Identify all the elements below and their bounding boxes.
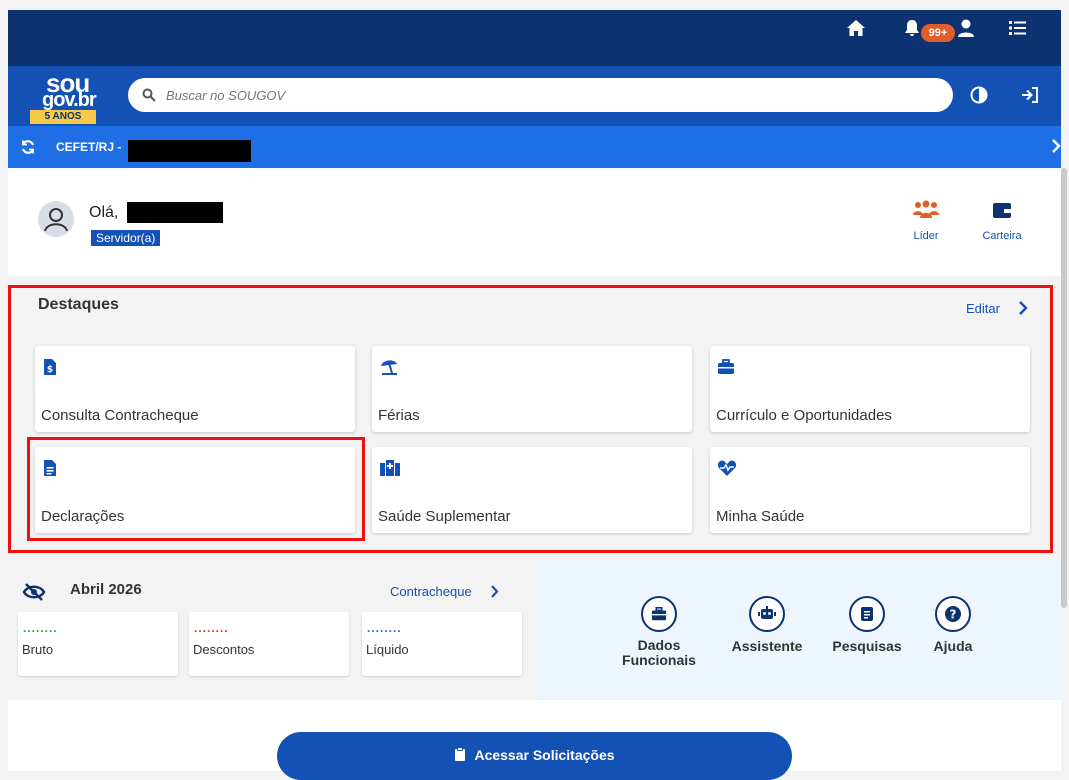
action-label: Ajuda <box>933 638 973 654</box>
tile-label: Férias <box>378 407 420 424</box>
chevron-right-icon[interactable] <box>490 585 499 598</box>
help-icon: ? <box>935 596 971 632</box>
bell-icon[interactable] <box>902 18 922 38</box>
top-strip <box>0 0 1069 10</box>
sougov-logo[interactable]: sou gov.br 5 ANOS <box>26 68 118 126</box>
tile-minha-saude[interactable]: Minha Saúde <box>710 447 1030 533</box>
declaracoes-highlight-outline <box>27 437 365 541</box>
heart-pulse-icon <box>717 459 737 477</box>
gross-masked-value: ........ <box>23 621 58 635</box>
home-icon[interactable] <box>846 18 866 38</box>
tile-label: Consulta Contracheque <box>41 407 199 424</box>
action-dados-funcionais[interactable]: Dados Funcionais <box>609 596 709 668</box>
clipboard-icon <box>454 747 466 762</box>
user-icon[interactable] <box>956 18 976 38</box>
notifications-badge: 99+ <box>921 24 955 42</box>
svg-text:?: ? <box>950 608 957 622</box>
search-input[interactable] <box>128 78 953 112</box>
action-label: Dados Funcionais <box>622 637 696 668</box>
robot-icon <box>749 596 785 632</box>
avatar-icon <box>37 200 75 238</box>
scrollbar-thumb[interactable] <box>1061 168 1067 608</box>
survey-icon <box>849 596 885 632</box>
logo-anniversary-ribbon: 5 ANOS <box>30 110 96 124</box>
tile-label: Currículo e Oportunidades <box>716 407 892 424</box>
redacted-user-name <box>127 202 223 223</box>
tile-label: Minha Saúde <box>716 508 805 525</box>
team-icon <box>896 200 956 230</box>
hospital-icon <box>379 459 401 477</box>
gross-card: ........ Bruto <box>18 612 178 676</box>
login-icon[interactable] <box>1020 86 1040 104</box>
deductions-masked-value: ........ <box>194 621 229 635</box>
leader-label: Líder <box>913 230 939 242</box>
gross-label: Bruto <box>22 642 54 657</box>
net-label: Líquido <box>366 642 409 657</box>
deductions-card: ........ Descontos <box>189 612 349 676</box>
redacted-organization-name <box>128 140 251 162</box>
menu-list-icon[interactable] <box>1008 18 1028 38</box>
svg-text:$: $ <box>47 365 53 375</box>
logo-govbr-text: gov.br <box>42 89 97 111</box>
edit-label: Editar <box>966 301 1000 316</box>
chevron-right-icon[interactable] <box>1051 139 1061 153</box>
tile-curriculo-oportunidades[interactable]: Currículo e Oportunidades <box>710 346 1030 432</box>
action-label: Pesquisas <box>832 638 902 654</box>
chevron-right-icon[interactable] <box>1018 301 1028 315</box>
paycheck-link-label: Contracheque <box>390 584 472 599</box>
access-requests-button[interactable]: Acessar Solicitações <box>277 732 792 780</box>
net-masked-value: ........ <box>367 621 402 635</box>
greeting-text: Olá, <box>89 204 119 221</box>
search-icon <box>142 88 156 102</box>
leader-link[interactable]: Líder <box>896 200 956 242</box>
wallet-icon <box>972 200 1032 230</box>
deductions-label: Descontos <box>193 642 255 657</box>
action-ajuda[interactable]: ? Ajuda <box>913 596 993 654</box>
net-card: ........ Líquido <box>362 612 522 676</box>
action-assistente[interactable]: Assistente <box>722 596 812 654</box>
contrast-icon[interactable] <box>970 86 988 104</box>
role-badge: Servidor(a) <box>90 229 162 247</box>
tile-saude-suplementar[interactable]: Saúde Suplementar <box>372 447 692 533</box>
wallet-label: Carteira <box>982 230 1022 242</box>
tile-ferias[interactable]: Férias <box>372 346 692 432</box>
wallet-link[interactable]: Carteira <box>972 200 1032 242</box>
refresh-icon[interactable] <box>20 139 36 155</box>
eye-off-icon[interactable] <box>22 583 46 601</box>
action-pesquisas[interactable]: Pesquisas <box>822 596 912 654</box>
briefcase-icon <box>717 358 735 376</box>
edit-highlights-link[interactable]: Editar <box>966 301 1000 316</box>
organization-label: CEFET/RJ - <box>56 140 122 154</box>
beach-umbrella-icon <box>379 358 399 376</box>
paycheck-link[interactable]: Contracheque <box>390 584 472 599</box>
action-label: Assistente <box>731 638 803 654</box>
paycheck-month: Abril 2026 <box>70 581 142 598</box>
tile-consulta-contracheque[interactable]: $ Consulta Contracheque <box>35 346 355 432</box>
briefcase-icon <box>641 596 677 632</box>
tile-label: Saúde Suplementar <box>378 508 511 525</box>
access-requests-label: Acessar Solicitações <box>474 746 615 763</box>
highlights-title: Destaques <box>38 296 119 313</box>
paycheck-document-icon: $ <box>42 358 58 376</box>
